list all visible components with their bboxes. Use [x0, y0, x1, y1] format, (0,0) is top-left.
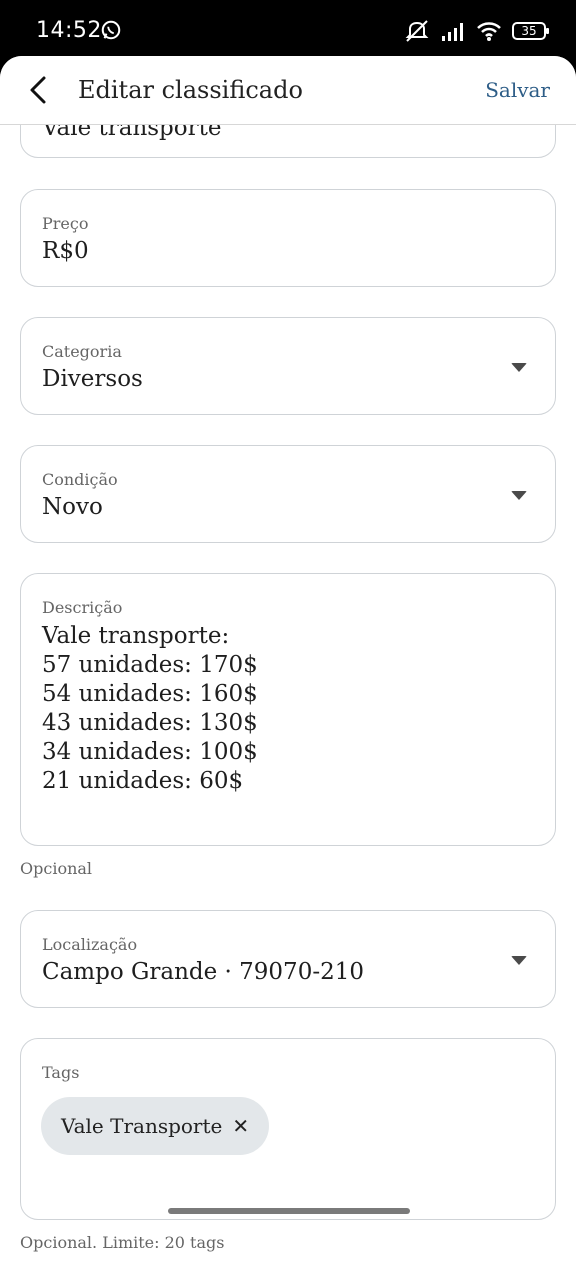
- condition-select[interactable]: Condição Novo: [20, 445, 556, 543]
- description-line: 57 unidades: 170$: [42, 652, 258, 678]
- wifi-icon: [477, 22, 501, 41]
- price-input[interactable]: R$0: [42, 238, 89, 264]
- app-bar: Editar classificado Salvar: [0, 56, 576, 125]
- price-label: Preço: [42, 214, 89, 233]
- tags-helper-text: Opcional. Limite: 20 tags: [20, 1233, 225, 1252]
- edit-listing-screen: Editar classificado Salvar Vale transpor…: [0, 56, 576, 1280]
- tags-field[interactable]: Tags Vale Transporte ✕: [20, 1038, 556, 1220]
- status-bar: 14:52 35: [0, 0, 576, 64]
- battery-icon: 35: [512, 22, 549, 40]
- location-value: Campo Grande · 79070-210: [42, 959, 364, 985]
- description-line: Vale transporte:: [42, 623, 230, 649]
- page-title: Editar classificado: [78, 76, 303, 104]
- tag-chip[interactable]: Vale Transporte ✕: [41, 1097, 270, 1155]
- dropdown-caret-icon: [511, 491, 527, 500]
- dropdown-caret-icon: [511, 363, 527, 372]
- description-line: 54 unidades: 160$: [42, 681, 258, 707]
- tag-chip-label: Vale Transporte: [61, 1114, 223, 1138]
- description-line: 34 unidades: 100$: [42, 739, 258, 765]
- location-select[interactable]: Localização Campo Grande · 79070-210: [20, 910, 556, 1008]
- price-field[interactable]: Preço R$0: [20, 189, 556, 287]
- status-time: 14:52: [36, 18, 102, 43]
- status-icons: 35: [404, 19, 549, 43]
- category-select[interactable]: Categoria Diversos: [20, 317, 556, 415]
- description-helper-text: Opcional: [20, 859, 93, 878]
- signal-icon: [442, 23, 463, 41]
- description-line: 21 unidades: 60$: [42, 768, 244, 794]
- description-textarea[interactable]: Vale transporte: 57 unidades: 170$ 54 un…: [42, 622, 258, 796]
- location-label: Localização: [42, 935, 138, 954]
- back-arrow-icon[interactable]: [22, 72, 58, 108]
- category-label: Categoria: [42, 342, 122, 361]
- description-line: 43 unidades: 130$: [42, 710, 258, 736]
- tags-label: Tags: [42, 1063, 80, 1082]
- remove-tag-icon[interactable]: ✕: [232, 1114, 249, 1138]
- category-value: Diversos: [42, 366, 143, 392]
- whatsapp-icon: [101, 20, 121, 40]
- description-label: Descrição: [42, 598, 123, 617]
- mute-icon: [405, 20, 429, 42]
- description-field[interactable]: Descrição Vale transporte: 57 unidades: …: [20, 573, 556, 846]
- condition-value: Novo: [42, 494, 103, 520]
- dropdown-caret-icon: [511, 956, 527, 965]
- condition-label: Condição: [42, 470, 118, 489]
- home-indicator[interactable]: [168, 1208, 410, 1214]
- battery-level: 35: [521, 24, 537, 38]
- save-button[interactable]: Salvar: [485, 78, 550, 102]
